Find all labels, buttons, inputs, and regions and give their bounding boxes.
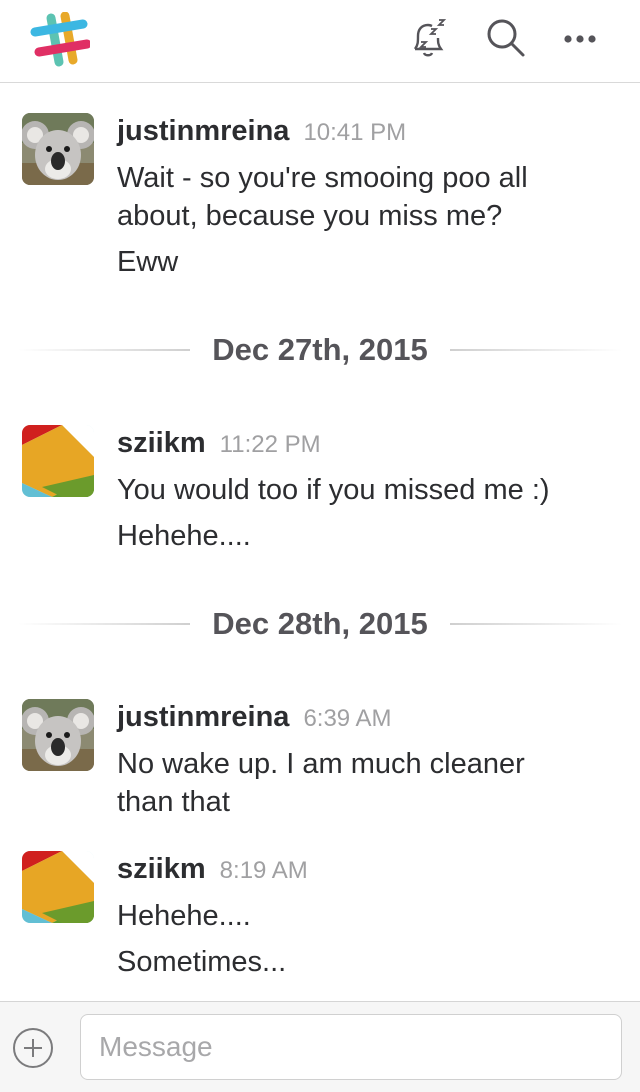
message-list[interactable]: justinmreina 10:41 PM Wait - so you're sm…: [0, 83, 640, 1001]
plus-circle-icon[interactable]: [12, 1027, 54, 1069]
more-horizontal-icon[interactable]: [558, 16, 602, 60]
message-author[interactable]: sziikm: [117, 853, 206, 885]
message-text: You would too if you missed me :): [117, 474, 550, 506]
bell-snooze-icon[interactable]: [406, 16, 450, 60]
search-icon[interactable]: [484, 16, 528, 60]
message-text: Hehehe....: [117, 520, 251, 552]
message-text: than that: [117, 786, 230, 818]
message-author[interactable]: justinmreina: [117, 115, 289, 147]
message-text: Sometimes...: [117, 946, 287, 978]
koala-avatar[interactable]: [22, 699, 94, 771]
message-text: about, because you miss me?: [117, 200, 503, 232]
date-divider-label: Dec 27th, 2015: [212, 332, 428, 367]
top-bar: [0, 0, 640, 83]
composer-bar: [0, 1001, 640, 1092]
message-author[interactable]: justinmreina: [117, 701, 289, 733]
date-divider: Dec 27th, 2015: [0, 328, 640, 372]
message-text: Hehehe....: [117, 900, 251, 932]
message-timestamp[interactable]: 11:22 PM: [220, 431, 321, 458]
koala-avatar[interactable]: [22, 113, 94, 185]
colorful-tile-avatar[interactable]: [22, 425, 94, 497]
message-text: No wake up. I am much cleaner: [117, 748, 525, 780]
colorful-tile-avatar[interactable]: [22, 851, 94, 923]
message-author[interactable]: sziikm: [117, 427, 206, 459]
message-input[interactable]: [80, 1014, 622, 1080]
date-divider-label: Dec 28th, 2015: [212, 606, 428, 641]
message-text: Eww: [117, 246, 179, 278]
message-timestamp[interactable]: 6:39 AM: [303, 705, 391, 732]
message-timestamp[interactable]: 10:41 PM: [303, 119, 406, 146]
date-divider: Dec 28th, 2015: [0, 602, 640, 646]
message-text: Wait - so you're smooing poo all: [117, 162, 528, 194]
slack-logo-icon[interactable]: [30, 11, 92, 68]
message-timestamp[interactable]: 8:19 AM: [220, 857, 308, 884]
